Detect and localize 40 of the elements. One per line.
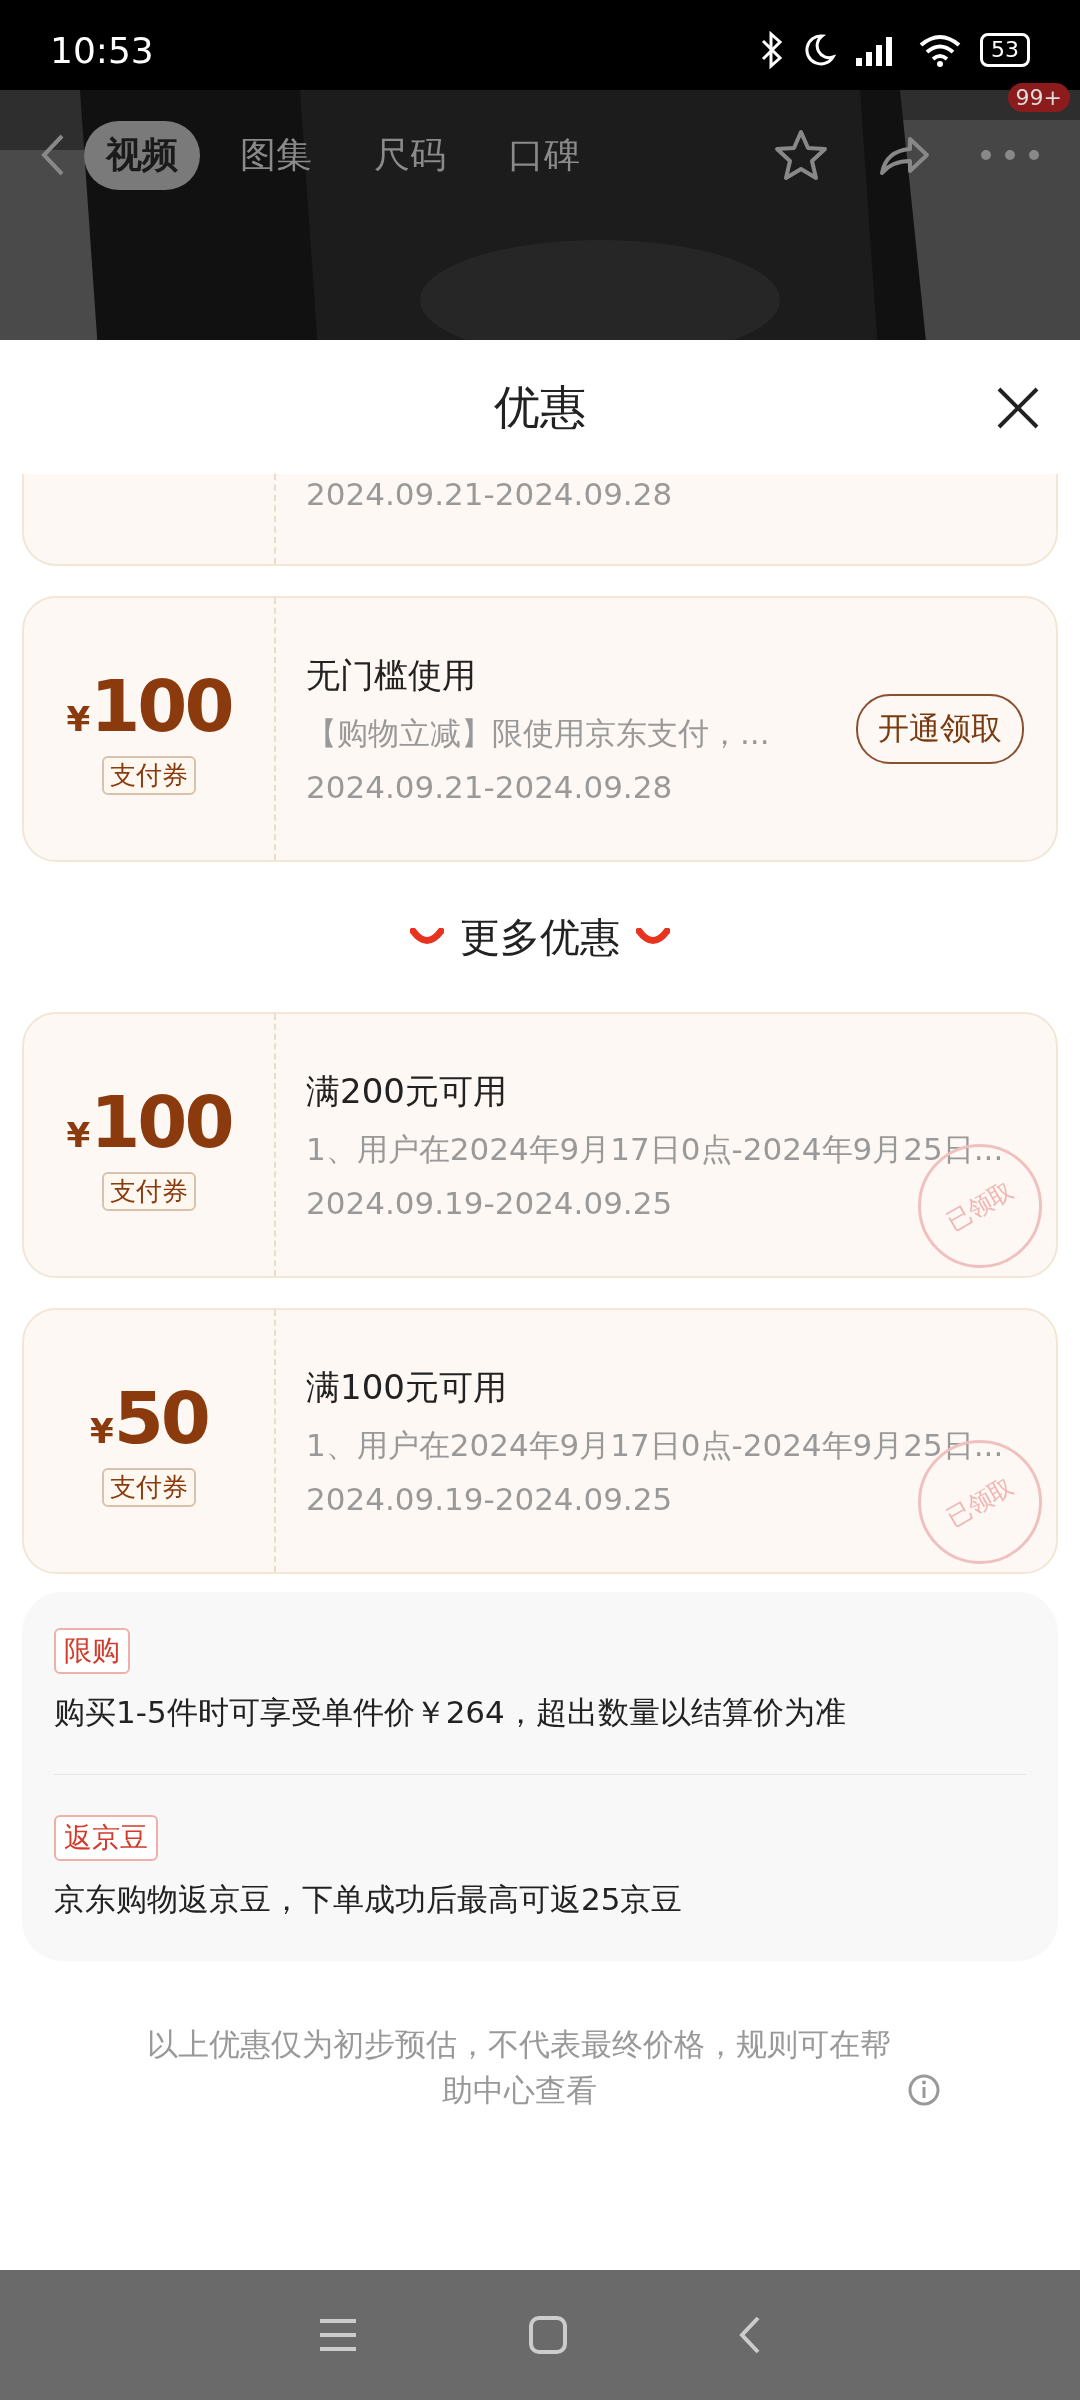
menu-icon[interactable] (318, 2317, 358, 2353)
nav-tab[interactable]: 图集 (218, 120, 334, 190)
coupon-amount: ¥100 (66, 1079, 232, 1164)
coupon-amount: ¥100 (66, 663, 232, 748)
moon-icon (802, 33, 836, 67)
coupon-date: 2024.09.19-2024.09.25 (306, 1481, 673, 1517)
nav-tab[interactable]: 尺码 (352, 120, 468, 190)
home-icon[interactable] (528, 2315, 568, 2355)
bluetooth-icon (760, 31, 784, 69)
coupon-tag: 支付券 (102, 755, 196, 795)
coupon-date: 2024.09.19-2024.09.25 (306, 1185, 673, 1221)
claim-button[interactable]: 开通领取 (856, 694, 1024, 764)
coupon-title: 无门槛使用 (306, 654, 476, 697)
sheet-title: 优惠 (494, 379, 586, 436)
disclaimer-text: 以上优惠仅为初步预估，不代表最终价格，规则可在帮助中心查看 (146, 2025, 892, 2110)
back-icon[interactable] (738, 2315, 762, 2355)
coupon-title: 满100元可用 (306, 1366, 507, 1409)
info-tag: 返京豆 (54, 1815, 158, 1861)
nav-tab[interactable]: 口碑 (486, 120, 602, 190)
coupon-tag: 支付券 (102, 1467, 196, 1507)
coupon-amount: ¥50 (90, 1375, 208, 1460)
more-icon[interactable] (980, 149, 1040, 161)
wifi-icon (918, 33, 962, 67)
coupon-title: 满200元可用 (306, 1070, 507, 1113)
info-text: 京东购物返京豆，下单成功后最高可返25京豆 (54, 1880, 683, 1919)
smile-icon (636, 928, 670, 946)
info-tag: 限购 (54, 1628, 130, 1674)
info-icon[interactable] (907, 2073, 941, 2107)
info-text: 购买1-5件时可享受单件价￥264，超出数量以结算价为准 (54, 1693, 846, 1732)
close-icon[interactable] (996, 386, 1040, 430)
section-heading: 更多优惠 (460, 912, 620, 962)
back-icon[interactable] (40, 133, 66, 177)
coupon-tag: 支付券 (102, 1171, 196, 1211)
coupon-date: 2024.09.21-2024.09.28 (306, 476, 673, 512)
smile-icon (410, 928, 444, 946)
star-icon[interactable] (774, 129, 828, 181)
battery-icon: 53 (980, 33, 1030, 67)
coupon-description: 【购物立减】限使用京东支付，... (306, 714, 770, 753)
coupon-date: 2024.09.21-2024.09.28 (306, 769, 673, 805)
status-time: 10:53 (50, 29, 154, 71)
